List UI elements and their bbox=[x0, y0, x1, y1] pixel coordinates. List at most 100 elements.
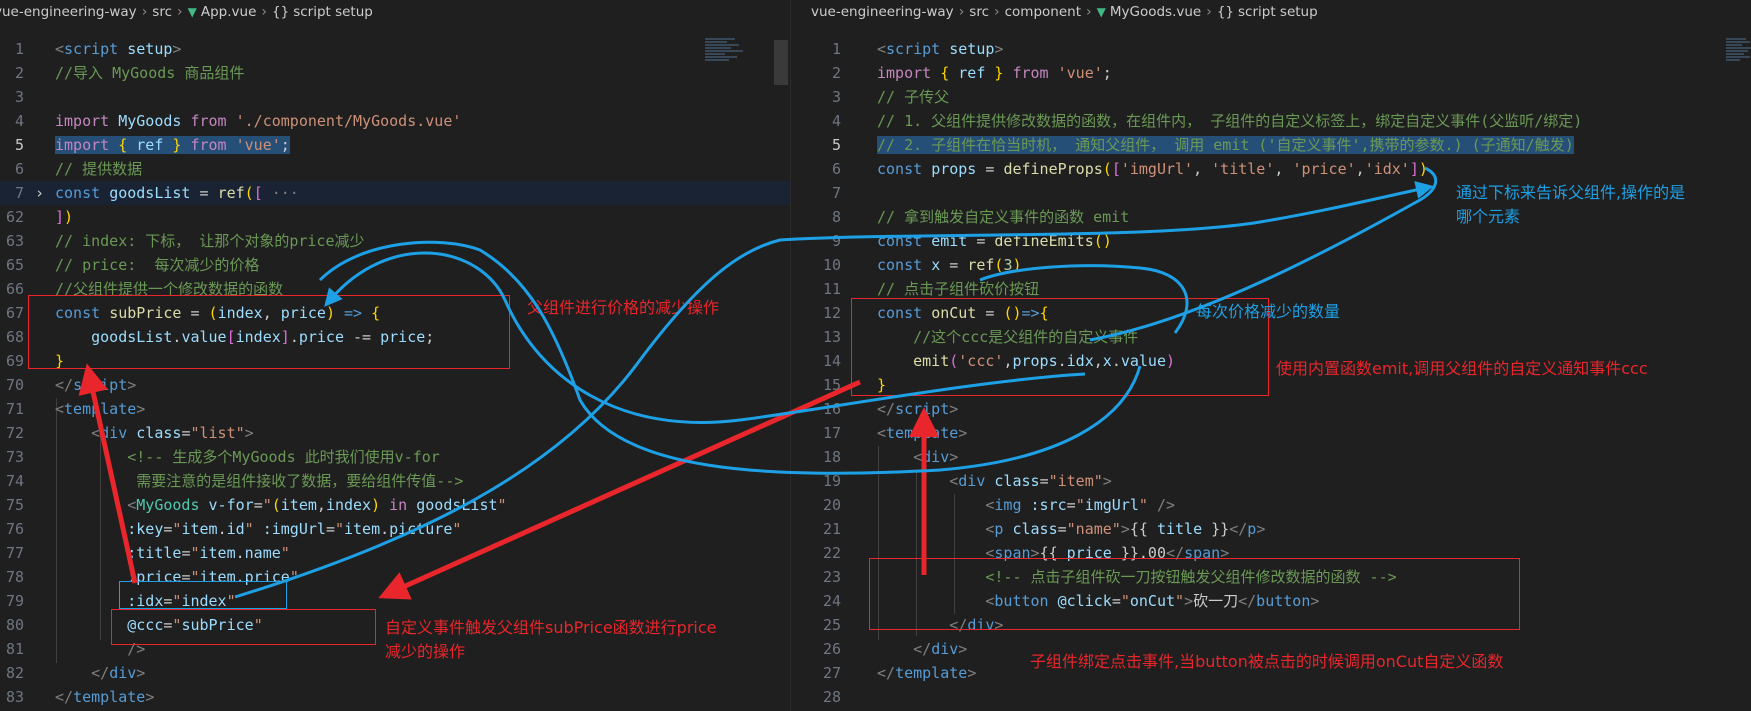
line-number: 66 bbox=[5, 280, 24, 298]
scrollbar[interactable] bbox=[774, 40, 788, 85]
line-number: 71 bbox=[5, 400, 24, 418]
code-line[interactable]: 28 bbox=[791, 685, 1751, 709]
code-line[interactable]: 10 const x = ref(3) bbox=[791, 253, 1751, 277]
code-line[interactable]: 62]) bbox=[0, 205, 790, 229]
code-line[interactable]: 18 <div> bbox=[791, 445, 1751, 469]
code-line[interactable]: 2 import { ref } from 'vue'; bbox=[791, 61, 1751, 85]
line-number: 20 bbox=[822, 496, 841, 514]
code-text: // 拿到触发自定义事件的函数 emit bbox=[877, 208, 1130, 226]
breadcrumb-root[interactable]: vue-engineering-way bbox=[0, 4, 137, 20]
code-line[interactable]: 76 :key="item.id" :imgUrl="item.picture" bbox=[0, 517, 790, 541]
code-text: <div class="item"> bbox=[949, 472, 1112, 490]
breadcrumb-scope[interactable]: script setup bbox=[293, 4, 373, 20]
code-text: import { ref } from 'vue'; bbox=[55, 136, 290, 154]
line-number: 74 bbox=[5, 472, 24, 490]
code-line[interactable]: 4 // 1. 父组件提供修改数据的函数，在组件内， 子组件的自定义标签上，绑定自… bbox=[791, 109, 1751, 133]
breadcrumb-folder[interactable]: src bbox=[152, 4, 172, 20]
code-text: //导入 MyGoods 商品组件 bbox=[55, 64, 245, 82]
line-number: 81 bbox=[5, 640, 24, 658]
code-text: import { ref } from 'vue'; bbox=[877, 64, 1112, 82]
code-line[interactable]: 63 // index: 下标， 让那个对象的price减少 bbox=[0, 229, 790, 253]
line-number: 69 bbox=[5, 352, 24, 370]
code-line[interactable]: 65 // price: 每次减少的价格 bbox=[0, 253, 790, 277]
minimap[interactable] bbox=[705, 38, 745, 108]
breadcrumb-file[interactable]: MyGoods.vue bbox=[1110, 4, 1201, 20]
code-line[interactable]: 1 <script setup> bbox=[0, 37, 790, 61]
chevron-right-icon: › bbox=[177, 4, 183, 20]
chevron-right-icon: › bbox=[1206, 4, 1212, 20]
code-line[interactable]: 73 <!-- 生成多个MyGoods 此时我们使用v-for bbox=[0, 445, 790, 469]
annotation-click-bind: 子组件绑定点击事件,当button被点击的时候调用onCut自定义函数 bbox=[1030, 652, 1504, 671]
line-number: 5 bbox=[831, 136, 841, 154]
breadcrumb-root[interactable]: vue-engineering-way bbox=[811, 4, 954, 20]
code-line[interactable]: 8 // 拿到触发自定义事件的函数 emit bbox=[791, 205, 1751, 229]
code-line[interactable]: 20 <img :src="imgUrl" /> bbox=[791, 493, 1751, 517]
breadcrumb-scope[interactable]: script setup bbox=[1238, 4, 1318, 20]
breadcrumb-subfolder[interactable]: component bbox=[1005, 4, 1081, 20]
code-line[interactable]: 9 const emit = defineEmits() bbox=[791, 229, 1751, 253]
braces-icon: {} bbox=[272, 4, 290, 20]
code-line[interactable]: 19 <div class="item"> bbox=[791, 469, 1751, 493]
code-text: // 2. 子组件在恰当时机， 通知父组件， 调用 emit ('自定义事件',… bbox=[877, 136, 1574, 154]
line-number: 68 bbox=[5, 328, 24, 346]
code-line[interactable]: 5 // 2. 子组件在恰当时机， 通知父组件， 调用 emit ('自定义事件'… bbox=[791, 133, 1751, 157]
line-number: 79 bbox=[5, 592, 24, 610]
code-text: // 1. 父组件提供修改数据的函数，在组件内， 子组件的自定义标签上，绑定自定… bbox=[877, 112, 1583, 130]
line-number: 15 bbox=[822, 376, 841, 394]
code-line[interactable]: 70 </script> bbox=[0, 373, 790, 397]
code-line[interactable]: 75 <MyGoods v-for="(item,index) in goods… bbox=[0, 493, 790, 517]
code-line[interactable]: 4 import MyGoods from './component/MyGood… bbox=[0, 109, 790, 133]
code-line[interactable]: 83 </template> bbox=[0, 685, 790, 709]
line-number: 75 bbox=[5, 496, 24, 514]
code-line[interactable]: 6 const props = defineProps(['imgUrl', 't… bbox=[791, 157, 1751, 181]
line-number: 16 bbox=[822, 400, 841, 418]
fold-chevron-icon[interactable]: › bbox=[35, 181, 44, 205]
code-text: <script setup> bbox=[55, 40, 182, 58]
code-line[interactable]: 7 › const goodsList = ref([ ··· bbox=[0, 181, 790, 205]
code-line[interactable]: 74 需要注意的是组件接收了数据，要给组件传值--> bbox=[0, 469, 790, 493]
line-number: 7 bbox=[831, 184, 841, 202]
annotation-custom-event: 自定义事件触发父组件subPrice函数进行price bbox=[385, 618, 717, 637]
code-text: <p class="name">{{ title }}</p> bbox=[985, 520, 1266, 538]
code-text: </script> bbox=[877, 400, 959, 418]
code-line[interactable]: 82 </div> bbox=[0, 661, 790, 685]
line-number: 77 bbox=[5, 544, 24, 562]
breadcrumb-folder[interactable]: src bbox=[969, 4, 989, 20]
annotation-emit-call: 使用内置函数emit,调用父组件的自定义通知事件ccc bbox=[1276, 359, 1648, 378]
line-number: 1 bbox=[831, 40, 841, 58]
code-line[interactable]: 77 :title="item.name" bbox=[0, 541, 790, 565]
code-line[interactable]: 2 //导入 MyGoods 商品组件 bbox=[0, 61, 790, 85]
code-line[interactable]: 6 // 提供数据 bbox=[0, 157, 790, 181]
highlight-box-ccc bbox=[111, 609, 376, 645]
line-number: 73 bbox=[5, 448, 24, 466]
line-number: 22 bbox=[822, 544, 841, 562]
line-number: 6 bbox=[14, 160, 24, 178]
code-line[interactable]: 5 import { ref } from 'vue'; bbox=[0, 133, 790, 157]
code-line[interactable]: 16 </script> bbox=[791, 397, 1751, 421]
code-line[interactable]: 3 // 子传父 bbox=[791, 85, 1751, 109]
line-number: 78 bbox=[5, 568, 24, 586]
chevron-right-icon: › bbox=[1086, 4, 1092, 20]
line-number: 4 bbox=[14, 112, 24, 130]
code-line[interactable]: 71 <template> bbox=[0, 397, 790, 421]
code-line[interactable]: 72 <div class="list"> bbox=[0, 421, 790, 445]
code-text: </script> bbox=[55, 376, 137, 394]
chevron-right-icon: › bbox=[141, 4, 148, 20]
code-line[interactable]: 3 bbox=[0, 85, 790, 109]
breadcrumb-file[interactable]: App.vue bbox=[201, 4, 257, 20]
code-line[interactable]: 21 <p class="name">{{ title }}</p> bbox=[791, 517, 1751, 541]
minimap[interactable] bbox=[1726, 38, 1751, 108]
code-text: // 提供数据 bbox=[55, 160, 143, 178]
line-number: 13 bbox=[822, 328, 841, 346]
code-text: ]) bbox=[55, 208, 74, 226]
code-text: import MyGoods from './component/MyGoods… bbox=[55, 112, 462, 130]
line-number: 65 bbox=[5, 256, 24, 274]
code-line[interactable]: 17 <template> bbox=[791, 421, 1751, 445]
line-number: 21 bbox=[822, 520, 841, 538]
line-number: 17 bbox=[822, 424, 841, 442]
line-number: 23 bbox=[822, 568, 841, 586]
line-number: 3 bbox=[14, 88, 24, 106]
highlight-box-idx bbox=[119, 581, 287, 609]
line-number: 63 bbox=[5, 232, 24, 250]
code-line[interactable]: 1 <script setup> bbox=[791, 37, 1751, 61]
